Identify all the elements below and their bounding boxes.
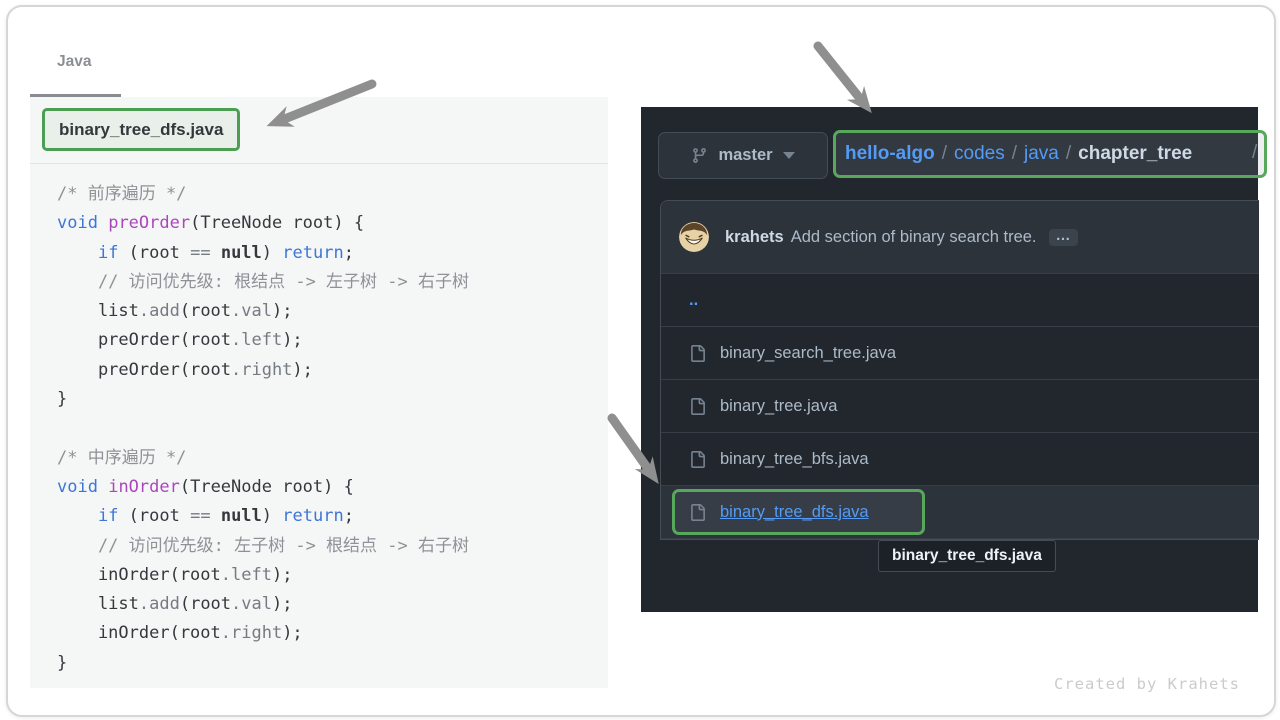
file-row[interactable]: binary_tree_bfs.java	[661, 433, 1259, 486]
breadcrumb-dir-codes[interactable]: codes	[954, 143, 1005, 165]
latest-commit-row: krahets Add section of binary search tre…	[661, 201, 1259, 274]
commit-more-button[interactable]: …	[1049, 229, 1078, 246]
tab-java[interactable]: Java	[57, 53, 91, 71]
code-line: void inOrder(TreeNode root) {	[57, 473, 600, 502]
file-row-highlighted[interactable]: binary_tree_dfs.java	[661, 486, 1259, 539]
file-row-up[interactable]: ..	[661, 274, 1259, 327]
file-icon	[689, 504, 706, 521]
chevron-down-icon	[783, 152, 795, 159]
code-line: preOrder(root.right);	[57, 356, 600, 385]
code-line: // 访问优先级: 左子树 -> 根结点 -> 右子树	[57, 532, 600, 561]
code-line: // 访问优先级: 根结点 -> 左子树 -> 右子树	[57, 268, 600, 297]
file-icon	[689, 398, 706, 415]
github-panel: master hello-algo / codes / java / chapt…	[641, 107, 1258, 612]
git-branch-icon	[691, 147, 708, 164]
parent-directory-link[interactable]: ..	[689, 291, 698, 310]
watermark-credit: Created by Krahets	[1054, 675, 1240, 693]
code-line: void preOrder(TreeNode root) {	[57, 209, 600, 238]
code-line: inOrder(root.left);	[57, 561, 600, 590]
breadcrumb-dir-java[interactable]: java	[1024, 143, 1059, 165]
code-line: }	[57, 385, 600, 414]
code-line: /* 前序遍历 */	[57, 180, 600, 209]
code-line: preOrder(root.left);	[57, 326, 600, 355]
code-line: list.add(root.val);	[57, 590, 600, 619]
code-panel: binary_tree_dfs.java /* 前序遍历 */void preO…	[30, 97, 608, 688]
screenshot-canvas: Java binary_tree_dfs.java /* 前序遍历 */void…	[0, 0, 1280, 720]
filename-highlight-box: binary_tree_dfs.java	[42, 108, 240, 151]
filename-tooltip: binary_tree_dfs.java	[878, 540, 1056, 572]
avatar[interactable]	[679, 222, 709, 252]
code-line: list.add(root.val);	[57, 297, 600, 326]
commit-message-link[interactable]: Add section of binary search tree.	[791, 228, 1037, 247]
breadcrumb-separator: /	[942, 143, 947, 165]
branch-name-label: master	[718, 146, 772, 165]
breadcrumb-current-dir: chapter_tree	[1078, 143, 1192, 165]
file-icon	[689, 345, 706, 362]
code-line: inOrder(root.right);	[57, 619, 600, 648]
filename-label: binary_tree_dfs.java	[59, 120, 223, 139]
file-icon	[689, 451, 706, 468]
file-name-link[interactable]: binary_tree.java	[720, 397, 837, 416]
arrow-to-filename	[255, 68, 385, 138]
file-name-link[interactable]: binary_tree_bfs.java	[720, 450, 869, 469]
file-browser-table: krahets Add section of binary search tre…	[660, 200, 1259, 540]
breadcrumb-separator: /	[1066, 143, 1071, 165]
code-blank-line	[57, 414, 600, 443]
file-name-link[interactable]: binary_search_tree.java	[720, 344, 896, 363]
branch-selector-button[interactable]: master	[658, 132, 828, 179]
code-line: if (root == null) return;	[57, 239, 600, 268]
breadcrumb-separator: /	[1012, 143, 1017, 165]
code-area: /* 前序遍历 */void preOrder(TreeNode root) {…	[57, 163, 600, 688]
arrow-to-file-row	[596, 408, 681, 503]
code-line: if (root == null) return;	[57, 502, 600, 531]
commit-author-link[interactable]: krahets	[725, 228, 784, 247]
breadcrumb-highlight-box: hello-algo / codes / java / chapter_tree	[833, 130, 1267, 178]
code-line: }	[57, 649, 600, 678]
breadcrumb-repo-link[interactable]: hello-algo	[845, 143, 935, 165]
arrow-to-breadcrumb	[800, 36, 890, 128]
file-row[interactable]: binary_tree.java	[661, 380, 1259, 433]
file-row[interactable]: binary_search_tree.java	[661, 327, 1259, 380]
file-name-link-highlighted[interactable]: binary_tree_dfs.java	[720, 503, 869, 522]
code-line: /* 中序遍历 */	[57, 444, 600, 473]
breadcrumb-trailing-slash: /	[1252, 142, 1257, 164]
